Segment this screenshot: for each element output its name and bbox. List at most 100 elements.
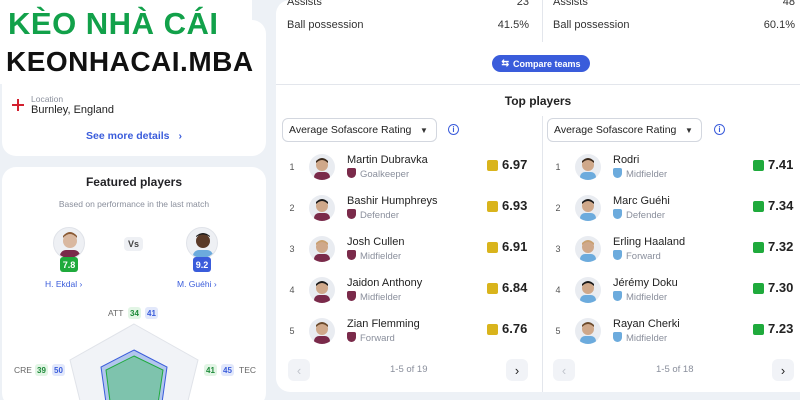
- rating-color-icon: [487, 242, 498, 253]
- player-row[interactable]: 4 Jérémy Doku Midfielder 7.30: [552, 273, 800, 309]
- stat-value: 60.1%: [763, 19, 795, 31]
- rating-color-icon: [487, 324, 498, 335]
- next-page-button[interactable]: ›: [772, 359, 794, 381]
- player-row[interactable]: 3 Josh Cullen Midfielder 6.91: [286, 232, 536, 268]
- rating-value: 6.76: [502, 321, 528, 336]
- player-row[interactable]: 2 Bashir Humphreys Defender 6.93: [286, 191, 536, 227]
- chevron-down-icon: ▼: [685, 125, 693, 135]
- player-position: Midfielder: [613, 332, 667, 344]
- rank-number: 4: [289, 285, 295, 295]
- avatar[interactable]: [53, 227, 85, 259]
- rating-color-icon: [753, 283, 764, 294]
- player-row[interactable]: 5 Zian Flemming Forward 6.76: [286, 314, 536, 350]
- player-name: Rodri: [613, 154, 640, 166]
- attr-cre-label: CRE: [14, 365, 32, 375]
- club-crest-icon: [347, 168, 356, 178]
- player-position: Forward: [347, 332, 395, 344]
- player-row[interactable]: 4 Jaidon Anthony Midfielder 6.84: [286, 273, 536, 309]
- stat-value: 23: [516, 0, 529, 8]
- rating-color-icon: [487, 201, 498, 212]
- info-icon[interactable]: i: [448, 124, 459, 135]
- select-value: Average Sofascore Rating: [289, 124, 412, 136]
- club-crest-icon: [613, 250, 622, 260]
- rank-number: 1: [555, 162, 561, 172]
- rank-number: 5: [289, 326, 295, 336]
- player-row[interactable]: 5 Rayan Cherki Midfielder 7.23: [552, 314, 800, 350]
- chevron-right-icon: ›: [213, 279, 217, 289]
- club-crest-icon: [347, 291, 356, 301]
- avatar: [309, 154, 335, 180]
- rank-number: 3: [289, 244, 295, 254]
- rating-color-icon: [753, 324, 764, 335]
- club-crest-icon: [613, 332, 622, 342]
- position-label: Forward: [360, 333, 395, 344]
- player-name: Bashir Humphreys: [347, 195, 438, 207]
- rating-value: 7.30: [768, 280, 794, 295]
- club-crest-icon: [347, 209, 356, 219]
- player-position: Defender: [613, 209, 665, 221]
- rating-color-icon: [753, 201, 764, 212]
- avatar[interactable]: [186, 227, 218, 259]
- stats-divider: [542, 0, 543, 42]
- player-position: Forward: [613, 250, 661, 262]
- player-name: Rayan Cherki: [613, 318, 680, 330]
- featured-player-right[interactable]: M. Guéhi ›: [177, 279, 217, 289]
- team-stats-card: Assists 23 Ball possession 41.5% Assists…: [276, 0, 800, 392]
- position-label: Defender: [360, 210, 400, 221]
- player-position: Goalkeeper: [347, 168, 409, 180]
- rank-number: 2: [289, 203, 295, 213]
- player-row[interactable]: 3 Erling Haaland Forward 7.32: [552, 232, 800, 268]
- featured-subtitle: Based on performance in the last match: [58, 199, 210, 209]
- position-label: Midfielder: [626, 292, 668, 303]
- club-crest-icon: [613, 168, 622, 178]
- player-row[interactable]: 1 Martin Dubravka Goalkeeper 6.97: [286, 150, 536, 186]
- next-page-button[interactable]: ›: [506, 359, 528, 381]
- rating-select-right[interactable]: Average Sofascore Rating ▼: [547, 118, 702, 142]
- stat-label: Assists: [553, 0, 588, 8]
- stat-value: 48: [782, 0, 795, 8]
- select-value: Average Sofascore Rating: [554, 124, 677, 136]
- player-row[interactable]: 1 Rodri Midfielder 7.41: [552, 150, 800, 186]
- rating-value: 6.97: [502, 157, 528, 172]
- avatar: [575, 318, 601, 344]
- rating-value: 7.34: [768, 198, 794, 213]
- player-name: Zian Flemming: [347, 318, 420, 330]
- rating-color-icon: [487, 283, 498, 294]
- rank-number: 3: [555, 244, 561, 254]
- prev-page-button[interactable]: ‹: [288, 359, 310, 381]
- see-more-details-link[interactable]: See more details ›: [2, 130, 266, 142]
- rating-select-left[interactable]: Average Sofascore Rating ▼: [282, 118, 437, 142]
- avatar: [575, 236, 601, 262]
- rating-badge: 7.8: [60, 257, 78, 272]
- england-flag-icon: [12, 98, 24, 111]
- info-icon[interactable]: i: [714, 124, 725, 135]
- rating-value: 6.84: [502, 280, 528, 295]
- chevron-down-icon: ▼: [420, 125, 428, 135]
- position-label: Midfielder: [626, 333, 668, 344]
- attr-att-right: 41: [145, 307, 158, 319]
- avatar: [575, 277, 601, 303]
- rank-number: 2: [555, 203, 561, 213]
- player-row[interactable]: 2 Marc Guéhi Defender 7.34: [552, 191, 800, 227]
- location-value: Burnley, England: [31, 104, 114, 116]
- attribute-radar-chart: [69, 323, 199, 400]
- top-players-title: Top players: [504, 94, 572, 108]
- featured-player-left[interactable]: H. Ekdal ›: [45, 279, 82, 289]
- rating-color-icon: [487, 160, 498, 171]
- compare-teams-button[interactable]: ⇆ Compare teams: [492, 55, 590, 72]
- attr-att-left: 34: [128, 307, 141, 319]
- avatar: [309, 318, 335, 344]
- pager-text: 1-5 of 19: [390, 364, 428, 375]
- panels-divider: [542, 116, 543, 392]
- featured-players-card: Featured players Based on performance in…: [2, 167, 266, 400]
- prev-page-button[interactable]: ‹: [553, 359, 575, 381]
- player-name: Jaidon Anthony: [347, 277, 423, 289]
- player-name: Marc Guéhi: [613, 195, 670, 207]
- club-crest-icon: [347, 250, 356, 260]
- section-divider: [276, 84, 800, 85]
- attr-att-label: ATT: [108, 308, 124, 318]
- compare-label: Compare teams: [513, 58, 581, 69]
- club-crest-icon: [613, 209, 622, 219]
- site-logo[interactable]: KÈO NHÀ CÁI KEONHACAI.MBA: [0, 0, 253, 84]
- rating-value: 6.91: [502, 239, 528, 254]
